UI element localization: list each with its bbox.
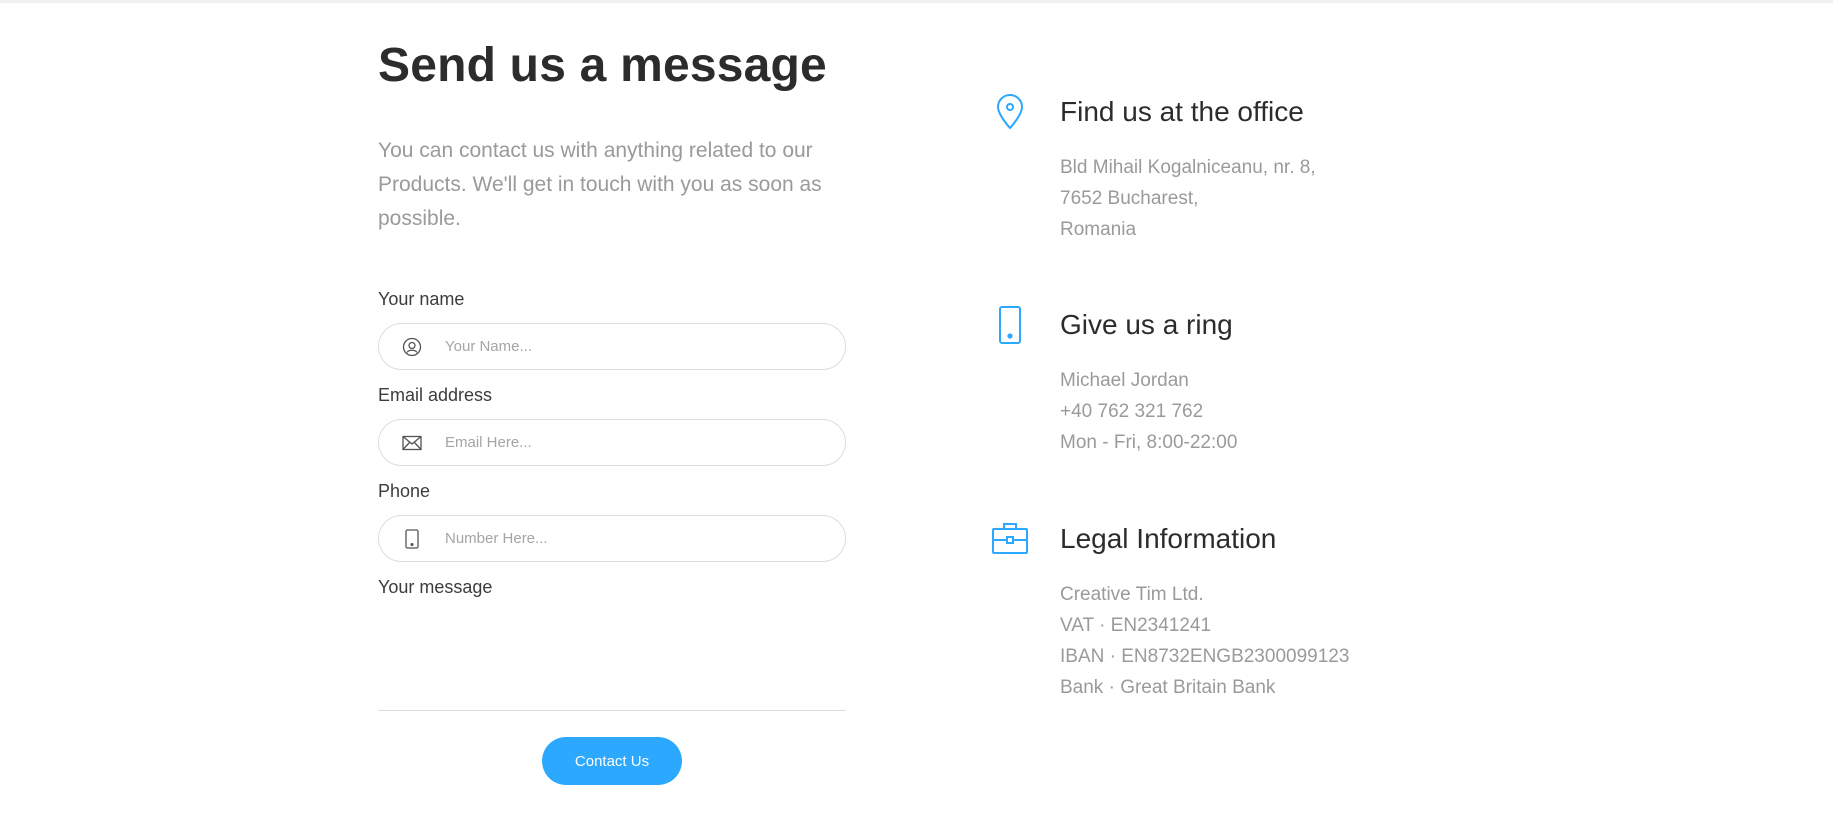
user-circle-icon <box>379 324 445 369</box>
info-block-office: Find us at the office Bld Mihail Kogalni… <box>990 92 1490 252</box>
info-line: Romania <box>1060 219 1137 240</box>
mobile-phone-icon <box>379 516 445 561</box>
info-block-legal: Legal Information Creative Tim Ltd. VAT … <box>990 519 1490 719</box>
info-block-phone: Give us a ring Michael Jordan +40 762 32… <box>990 305 1490 465</box>
office-address: Bld Mihail Kogalniceanu, nr. 8, 7652 Buc… <box>1060 152 1316 245</box>
info-line: Bank · Great Britain Bank <box>1060 677 1276 698</box>
message-textarea[interactable] <box>378 600 846 711</box>
envelope-icon <box>379 420 445 465</box>
contact-us-button[interactable]: Contact Us <box>542 737 682 785</box>
top-divider <box>0 0 1833 3</box>
phone-label: Phone <box>378 481 431 501</box>
message-label: Your message <box>378 577 493 597</box>
email-label: Email address <box>378 385 493 405</box>
name-label: Your name <box>378 289 465 309</box>
name-input-group[interactable] <box>378 323 846 370</box>
info-title-office: Find us at the office <box>1060 96 1304 127</box>
info-title-phone: Give us a ring <box>1060 309 1233 340</box>
info-line: Creative Tim Ltd. <box>1060 584 1204 605</box>
phone-input[interactable] <box>445 518 845 559</box>
page-subtitle: You can contact us with anything related… <box>378 139 822 230</box>
legal-details: Creative Tim Ltd. VAT · EN2341241 IBAN ·… <box>1060 579 1349 703</box>
info-line: 7652 Bucharest, <box>1060 188 1199 209</box>
map-pin-icon <box>990 92 1030 132</box>
page-title: Send us a message <box>378 39 827 92</box>
briefcase-icon <box>990 519 1030 559</box>
info-title-legal: Legal Information <box>1060 523 1277 554</box>
info-line: Mon - Fri, 8:00-22:00 <box>1060 432 1238 453</box>
info-line: +40 762 321 762 <box>1060 401 1204 422</box>
info-line: Bld Mihail Kogalniceanu, nr. 8, <box>1060 157 1316 178</box>
email-input[interactable] <box>445 422 845 463</box>
phone-details: Michael Jordan +40 762 321 762 Mon - Fri… <box>1060 365 1237 458</box>
info-line: Michael Jordan <box>1060 370 1189 391</box>
name-input[interactable] <box>445 326 845 367</box>
phone-input-group[interactable] <box>378 515 846 562</box>
info-line: IBAN · EN8732ENGB2300099123 <box>1060 646 1350 667</box>
info-line: VAT · EN2341241 <box>1060 615 1212 636</box>
email-input-group[interactable] <box>378 419 846 466</box>
mobile-phone-icon <box>990 305 1030 345</box>
